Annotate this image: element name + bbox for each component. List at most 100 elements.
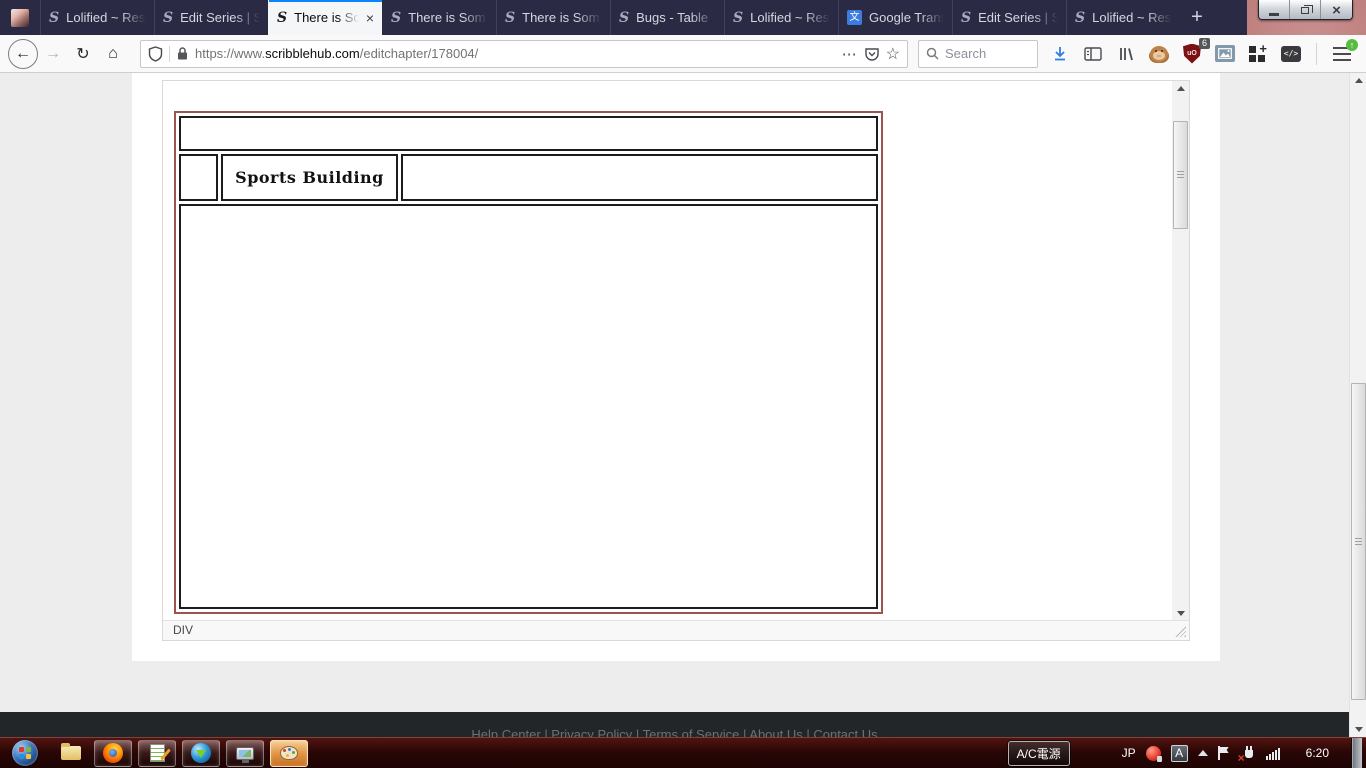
- resize-grip-icon[interactable]: [1175, 626, 1186, 637]
- tab-label: Lolified ~ Res: [1092, 10, 1172, 25]
- tab-edit-series-2[interactable]: S Edit Series | S: [952, 0, 1066, 35]
- reload-button[interactable]: ↻: [68, 39, 98, 69]
- minimize-button[interactable]: [1259, 0, 1290, 20]
- tab-there-is-3[interactable]: S There is Som: [496, 0, 610, 35]
- error-x-icon: ×: [1238, 752, 1245, 764]
- home-button[interactable]: ⌂: [98, 39, 128, 69]
- url-text: https://www.scribblehub.com/editchapter/…: [195, 46, 478, 61]
- page-scrollbar[interactable]: [1349, 73, 1366, 737]
- search-box[interactable]: [918, 40, 1038, 68]
- window-caption-buttons: ×: [1258, 0, 1353, 20]
- image-icon: [1215, 45, 1235, 62]
- back-button[interactable]: ←: [8, 39, 38, 69]
- scroll-down-arrow-icon[interactable]: [1350, 722, 1366, 737]
- monitor-app-taskbar-button[interactable]: [226, 740, 264, 767]
- editor-scrollbar-thumb[interactable]: [1173, 121, 1188, 229]
- tab-edit-series-1[interactable]: S Edit Series | Sc: [154, 0, 268, 35]
- restore-button[interactable]: [1290, 0, 1321, 20]
- show-hidden-icons-button[interactable]: [1198, 750, 1208, 756]
- show-desktop-button[interactable]: [1351, 738, 1362, 768]
- scroll-up-arrow-icon[interactable]: [1172, 81, 1189, 96]
- device-error-icon[interactable]: ×: [1240, 745, 1256, 761]
- library-icon: [1117, 46, 1135, 62]
- new-tab-button[interactable]: +: [1180, 0, 1214, 35]
- palette-icon: [280, 746, 298, 760]
- ac-power-button[interactable]: A/C電源: [1008, 741, 1070, 766]
- document-table[interactable]: Sports Building: [174, 111, 883, 614]
- bookmark-star-icon[interactable]: ☆: [886, 44, 900, 64]
- blocker-extension-button[interactable]: +: [1248, 44, 1268, 64]
- blocks-icon: +: [1249, 45, 1267, 63]
- toolbar-extension-icons: uO 6 + </>: [1050, 43, 1352, 65]
- tab-lolified-1[interactable]: S Lolified ~ Res: [40, 0, 154, 35]
- update-badge-icon: ↑: [1346, 39, 1358, 51]
- close-icon: ×: [1332, 3, 1341, 18]
- tray-red-ball-icon[interactable]: [1146, 746, 1161, 761]
- tracking-protection-shield-icon[interactable]: [148, 46, 163, 62]
- sidebar-icon: [1084, 46, 1102, 62]
- tab-google-translate[interactable]: 文 Google Transl: [838, 0, 952, 35]
- ime-language-label[interactable]: JP: [1122, 746, 1136, 760]
- notepad-taskbar-button[interactable]: [138, 740, 176, 767]
- footer-links[interactable]: Help Center | Privacy Policy | Terms of …: [0, 727, 1349, 737]
- chapter-editor[interactable]: Sports Building DIV: [162, 80, 1190, 641]
- table-cell-small[interactable]: [179, 154, 218, 201]
- url-domain: scribblehub.com: [265, 46, 360, 61]
- tab-lolified-2[interactable]: S Lolified ~ Res: [724, 0, 838, 35]
- tab-label: Lolified ~ Res: [750, 10, 830, 25]
- editor-scrollbar[interactable]: [1172, 81, 1189, 620]
- toolbar-separator: [1316, 43, 1317, 65]
- page-scrollbar-thumb[interactable]: [1351, 383, 1366, 700]
- firefox-taskbar-button[interactable]: [94, 740, 132, 767]
- explorer-taskbar-button[interactable]: [54, 740, 88, 767]
- table-cell-title[interactable]: Sports Building: [221, 154, 398, 201]
- scroll-down-arrow-icon[interactable]: [1172, 606, 1189, 620]
- image-tool-button[interactable]: [1215, 44, 1235, 64]
- urlbar-divider: [169, 46, 170, 62]
- lock-icon[interactable]: [176, 46, 189, 61]
- scribblehub-favicon-icon: S: [277, 11, 287, 25]
- ime-mode-button[interactable]: A: [1171, 745, 1188, 762]
- blocks-plus-glyph: +: [1259, 42, 1267, 55]
- scribblehub-favicon-icon: S: [619, 11, 629, 25]
- scrollbar-grip: [1177, 171, 1184, 180]
- sidebar-toggle-button[interactable]: [1083, 44, 1103, 64]
- tab-bugs-table[interactable]: S Bugs - Table: [610, 0, 724, 35]
- table-row-top-cell[interactable]: [179, 116, 878, 151]
- taskbar-clock[interactable]: 6:20: [1306, 746, 1329, 760]
- page-actions-icon[interactable]: ⋯: [842, 45, 858, 63]
- tab-close-icon[interactable]: ×: [366, 11, 374, 25]
- menu-button[interactable]: ↑: [1332, 44, 1352, 64]
- folder-icon: [61, 746, 81, 760]
- search-input[interactable]: [945, 46, 1025, 61]
- notepad-icon: [150, 744, 165, 762]
- start-button[interactable]: [12, 740, 38, 766]
- code-extension-button[interactable]: </>: [1281, 44, 1301, 64]
- tab-there-is-active[interactable]: S There is So ×: [268, 0, 382, 35]
- table-body-cell[interactable]: [179, 204, 878, 609]
- scroll-up-arrow-icon[interactable]: [1350, 73, 1366, 88]
- network-signal-icon[interactable]: [1266, 747, 1280, 760]
- tab-lolified-3[interactable]: S Lolified ~ Res: [1066, 0, 1180, 35]
- action-center-flag-icon[interactable]: [1218, 746, 1230, 760]
- pocket-icon[interactable]: [864, 46, 880, 62]
- userscript-manager-button[interactable]: [1149, 44, 1169, 64]
- pinned-tab[interactable]: [0, 0, 40, 35]
- url-bar[interactable]: https://www.scribblehub.com/editchapter/…: [140, 40, 908, 68]
- table-cell-wide[interactable]: [401, 154, 878, 201]
- download-manager-taskbar-button[interactable]: [182, 740, 220, 767]
- forward-button[interactable]: →: [38, 39, 68, 69]
- download-button[interactable]: [1050, 44, 1070, 64]
- library-button[interactable]: [1116, 44, 1136, 64]
- minimize-icon: [1269, 13, 1279, 16]
- editor-content-area[interactable]: Sports Building: [163, 81, 1189, 620]
- close-button[interactable]: ×: [1321, 0, 1352, 20]
- ublock-origin-button[interactable]: uO 6: [1182, 44, 1202, 64]
- restore-icon: [1301, 7, 1309, 14]
- tab-there-is-2[interactable]: S There is Som: [382, 0, 496, 35]
- pinned-tab-favicon-icon: [11, 9, 29, 27]
- tab-label: There is Som: [522, 10, 602, 25]
- paint-taskbar-button[interactable]: [270, 740, 308, 767]
- windows-logo-icon: [19, 747, 31, 759]
- screen: S Lolified ~ Res S Edit Series | Sc S Th…: [0, 0, 1366, 768]
